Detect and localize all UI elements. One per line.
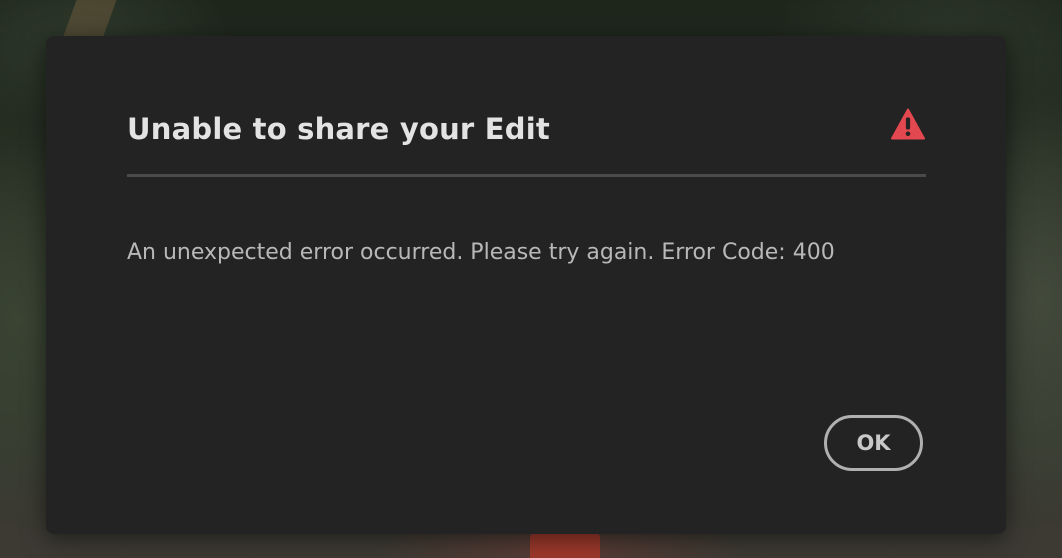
alert-triangle-icon (891, 108, 925, 140)
background-photo-figure (530, 532, 600, 558)
dialog-title: Unable to share your Edit (127, 112, 550, 146)
error-dialog: Unable to share your Edit An unexpected … (46, 36, 1006, 534)
dialog-message: An unexpected error occurred. Please try… (127, 240, 835, 265)
ok-button[interactable]: OK (824, 415, 923, 471)
title-divider (127, 174, 926, 177)
background-photo-detail (63, 0, 117, 36)
